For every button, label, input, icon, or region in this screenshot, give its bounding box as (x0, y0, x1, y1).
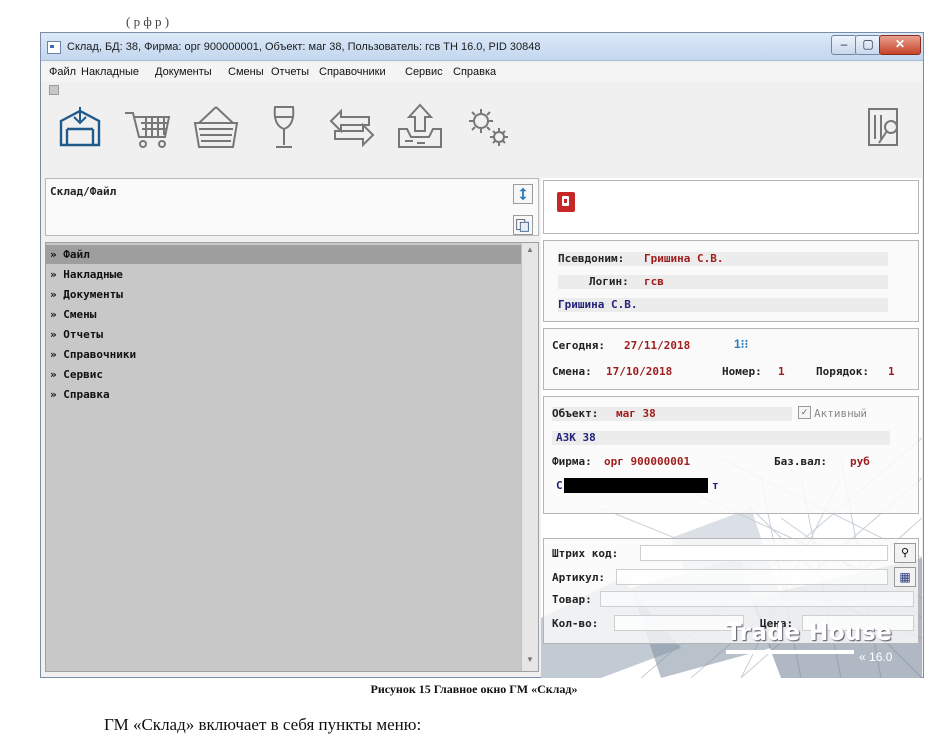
firm-name-suffix: т (712, 479, 719, 492)
version-chevrons-icon: « (859, 650, 866, 664)
today-value: 27/11/2018 (624, 339, 691, 352)
order-label: Порядок: (816, 365, 869, 378)
version-number: 16.0 (869, 650, 893, 664)
info-panel: Псевдоним: Гришина С.В. Логин: гсв Гриши… (541, 178, 922, 678)
refresh-icon (519, 187, 527, 201)
figure-caption: Рисунок 15 Главное окно ГМ «Склад» (370, 682, 578, 696)
menu-bar: Файл Накладные Документы Смены Отчеты Сп… (41, 62, 923, 82)
menu-file[interactable]: Файл (49, 66, 76, 78)
shift-value: 17/10/2018 (606, 365, 673, 378)
active-checkbox[interactable]: ✓ (798, 406, 811, 419)
nav-item-shifts[interactable]: » Смены (46, 305, 522, 324)
refresh-button[interactable] (513, 184, 533, 204)
toolbar (41, 99, 923, 159)
menu-reports[interactable]: Отчеты (271, 66, 309, 78)
basket-icon[interactable] (189, 99, 243, 155)
nav-item-reports[interactable]: » Отчеты (46, 325, 522, 344)
nav-item-references[interactable]: » Справочники (46, 345, 522, 364)
product-label: Товар: (552, 593, 592, 606)
title-bar: Склад, БД: 38, Фирма: орг 900000001, Объ… (41, 33, 923, 61)
barcode-label: Штрих код: (552, 547, 619, 560)
login-label: Логин: (589, 275, 629, 288)
currency-value: руб (850, 455, 870, 468)
barcode-input[interactable] (640, 545, 888, 561)
scroll-down-icon[interactable]: ▼ (526, 655, 534, 664)
status-box (543, 180, 919, 234)
date-box: Сегодня: 27/11/2018 1⁝⁝ Смена: 17/10/201… (543, 328, 919, 390)
scroll-up-icon[interactable]: ▲ (526, 245, 534, 254)
number-label: Номер: (722, 365, 762, 378)
user-info-box: Псевдоним: Гришина С.В. Логин: гсв Гриши… (543, 240, 919, 322)
menu-service[interactable]: Сервис (405, 66, 443, 78)
trade-house-logo: Trade House (726, 620, 893, 646)
currency-label: Баз.вал: (774, 455, 827, 468)
article-input[interactable] (616, 569, 888, 585)
menu-help[interactable]: Справка (453, 66, 496, 78)
upload-tray-icon[interactable] (393, 99, 447, 155)
quantity-input[interactable] (614, 615, 744, 631)
logo-underline (726, 650, 854, 654)
nav-item-invoices[interactable]: » Накладные (46, 265, 522, 284)
main-window: Склад, БД: 38, Фирма: орг 900000001, Объ… (40, 32, 924, 678)
binoculars-icon[interactable]: ⚲ (894, 543, 916, 563)
alias-value: Гришина С.В. (644, 252, 724, 265)
full-name: Гришина С.В. (558, 298, 638, 311)
nav-tree: » Файл » Накладные » Документы » Смены »… (45, 242, 539, 672)
window-title: Склад, БД: 38, Фирма: орг 900000001, Объ… (67, 41, 541, 53)
toolbar-grip[interactable] (49, 85, 59, 95)
calendar-icon[interactable]: 1⁝⁝ (734, 337, 748, 351)
version-label: « 16.0 (859, 650, 892, 664)
path-label: Склад/Файл (50, 185, 117, 198)
redaction-bar (564, 478, 708, 493)
path-panel: Склад/Файл ▲ ▼ (45, 178, 539, 236)
wine-glass-icon[interactable] (257, 99, 311, 155)
quantity-label: Кол-во: (552, 617, 599, 630)
copy-button[interactable] (513, 215, 533, 235)
order-value: 1 (888, 365, 895, 378)
firm-name-prefix: С (556, 479, 563, 492)
calculator-icon[interactable]: ▦ (894, 567, 916, 587)
nav-item-file[interactable]: » Файл (46, 245, 522, 264)
article-label: Артикул: (552, 571, 605, 584)
shift-label: Смена: (552, 365, 592, 378)
maximize-button[interactable]: ▢ (855, 35, 881, 55)
nav-item-help[interactable]: » Справка (46, 385, 522, 404)
firm-value: орг 900000001 (604, 455, 691, 468)
login-value: гсв (644, 275, 664, 288)
exit-icon[interactable] (857, 99, 911, 155)
body-paragraph: ГМ «Склад» включает в себя пункты меню: (104, 715, 422, 734)
today-label: Сегодня: (552, 339, 605, 352)
object-name: АЗК 38 (556, 431, 596, 444)
firm-label: Фирма: (552, 455, 592, 468)
menu-shifts[interactable]: Смены (228, 66, 264, 78)
product-input[interactable] (600, 591, 914, 607)
menu-documents[interactable]: Документы (155, 66, 212, 78)
exchange-arrows-icon[interactable] (325, 99, 379, 155)
menu-invoices[interactable]: Накладные (81, 66, 139, 78)
alert-icon (557, 192, 575, 212)
gears-icon[interactable] (461, 99, 515, 155)
number-value: 1 (778, 365, 785, 378)
top-text-fragment: ( р ф р ) (126, 14, 170, 29)
close-button[interactable]: ✕ (879, 35, 921, 55)
menu-references[interactable]: Справочники (319, 66, 386, 78)
nav-scrollbar[interactable]: ▲ ▼ (521, 243, 538, 671)
object-label: Объект: (552, 407, 599, 420)
shopping-cart-icon[interactable] (121, 99, 175, 155)
copy-icon (516, 219, 529, 232)
warehouse-box-icon[interactable] (53, 99, 107, 155)
nav-item-service[interactable]: » Сервис (46, 365, 522, 384)
app-icon (47, 41, 61, 54)
object-value: маг 38 (616, 407, 656, 420)
active-label: Активный (814, 407, 867, 420)
object-box: Объект: маг 38 ✓ Активный АЗК 38 Фирма: … (543, 396, 919, 514)
minimize-button[interactable]: – (831, 35, 857, 55)
alias-label: Псевдоним: (558, 252, 625, 265)
nav-item-documents[interactable]: » Документы (46, 285, 522, 304)
